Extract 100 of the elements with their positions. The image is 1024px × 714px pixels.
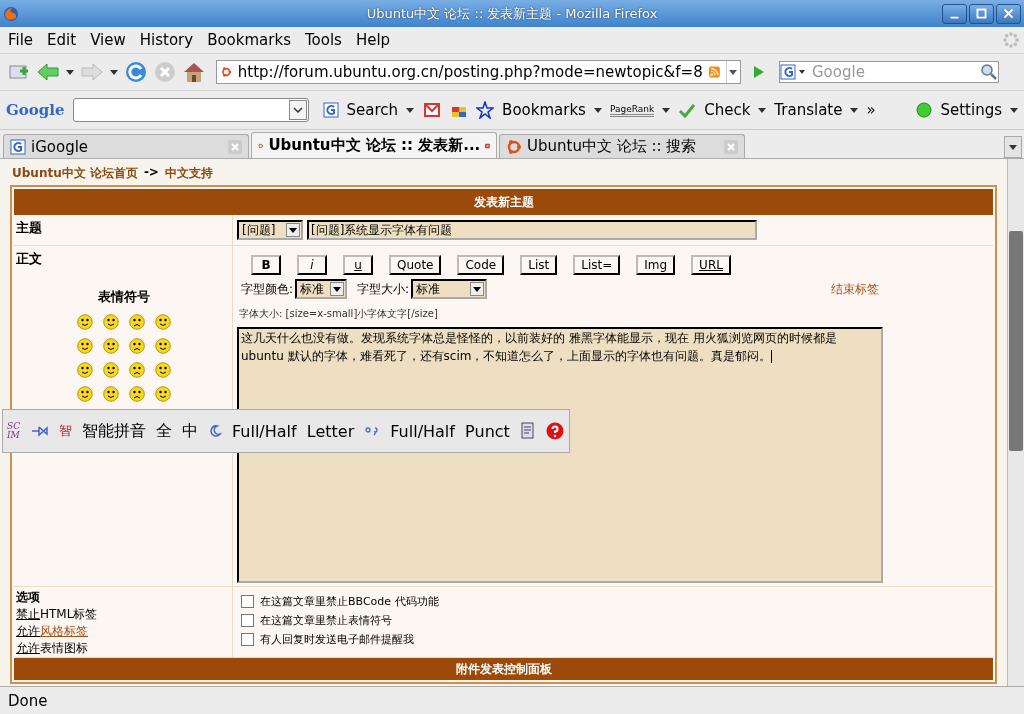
- star-icon[interactable]: [476, 101, 495, 119]
- google-search-field[interactable]: [72, 98, 309, 122]
- check-button[interactable]: Check: [704, 101, 751, 119]
- moon-icon[interactable]: [208, 424, 222, 438]
- smiley-icon[interactable]: [129, 362, 145, 378]
- address-field[interactable]: http://forum.ubuntu.org.cn/posting.php?mode=newtopic&f=8: [216, 60, 741, 84]
- maximize-button[interactable]: [969, 3, 994, 24]
- quote-marks-icon[interactable]: [364, 425, 381, 437]
- mode-icon[interactable]: 智: [59, 422, 72, 440]
- format-button[interactable]: Code: [457, 255, 505, 275]
- globe-icon: [3, 5, 19, 22]
- tab-list-button[interactable]: [1004, 136, 1022, 158]
- browser-tab[interactable]: iGoogle: [3, 134, 249, 158]
- font-color-select[interactable]: 标准: [295, 279, 348, 299]
- smiley-icon[interactable]: [155, 338, 171, 354]
- table-header: 发表新主题: [14, 189, 993, 215]
- smiley-icon[interactable]: [129, 314, 145, 330]
- menu-item[interactable]: Help: [355, 31, 391, 49]
- table-header: 附件发表控制面板: [14, 658, 993, 680]
- home-icon[interactable]: [182, 61, 206, 83]
- reload-icon[interactable]: [124, 60, 148, 84]
- google-icon[interactable]: [322, 102, 339, 118]
- format-button[interactable]: List=: [573, 255, 621, 275]
- caret-icon[interactable]: [110, 69, 118, 75]
- option-note: 允许表情图标: [16, 640, 89, 657]
- more-button[interactable]: »: [866, 101, 876, 119]
- caret-icon[interactable]: [1010, 107, 1018, 113]
- format-button[interactable]: Img: [636, 255, 676, 275]
- options-label: 选项: [16, 589, 41, 606]
- window-title: Ubuntu中文 论坛 :: 发表新主题 - Mozilla Firefox: [366, 4, 658, 23]
- search-icon[interactable]: [980, 63, 998, 81]
- minimize-button[interactable]: [942, 3, 967, 24]
- throbber-icon: [1002, 31, 1020, 49]
- smiley-icon[interactable]: [129, 386, 145, 402]
- font-size-select[interactable]: 标准: [411, 279, 488, 299]
- caret-icon[interactable]: [406, 107, 415, 113]
- smiley-icon[interactable]: [77, 314, 93, 330]
- caret-icon[interactable]: [729, 69, 738, 75]
- dropdown-button[interactable]: [288, 100, 307, 120]
- caret-icon[interactable]: [758, 107, 767, 113]
- menu-item[interactable]: Tools: [304, 31, 342, 49]
- smiley-icon[interactable]: [103, 386, 119, 402]
- smiley-icon[interactable]: [155, 362, 171, 378]
- option-checkbox[interactable]: 在这篇文章里禁止BBCode 代码功能: [241, 594, 989, 609]
- smiley-icon[interactable]: [103, 362, 119, 378]
- search-button[interactable]: Search: [346, 101, 399, 119]
- format-button[interactable]: Quote: [389, 255, 442, 275]
- format-button[interactable]: u: [343, 255, 373, 275]
- smiley-icon[interactable]: [155, 386, 171, 402]
- topic-type-select[interactable]: [问题]: [237, 220, 303, 240]
- browser-tab[interactable]: Ubuntu中文 论坛 :: 发表新...: [251, 132, 497, 158]
- subject-field[interactable]: [问题]系统显示字体有问题: [307, 220, 757, 240]
- option-checkbox[interactable]: 在这篇文章里禁止表情符号: [241, 613, 989, 628]
- smiley-icon[interactable]: [77, 338, 93, 354]
- menu-item[interactable]: History: [139, 31, 194, 49]
- menu-item[interactable]: File: [8, 31, 34, 49]
- language-button[interactable]: 中: [182, 420, 198, 442]
- menu-item[interactable]: Edit: [47, 31, 77, 49]
- google-icon[interactable]: [780, 64, 808, 80]
- menu-item[interactable]: Bookmarks: [207, 31, 291, 49]
- format-button[interactable]: URL: [691, 255, 731, 275]
- smiley-icon[interactable]: [77, 386, 93, 402]
- bookmarks-button[interactable]: Bookmarks: [502, 101, 586, 119]
- caret-icon[interactable]: [662, 107, 671, 113]
- format-button[interactable]: List: [520, 255, 558, 275]
- mail-icon[interactable]: [422, 102, 443, 118]
- format-button[interactable]: B: [251, 255, 281, 275]
- close-button[interactable]: [996, 3, 1021, 24]
- pin-icon[interactable]: [31, 425, 49, 437]
- smiley-icon[interactable]: [77, 362, 93, 378]
- caret-icon[interactable]: [850, 107, 859, 113]
- input-method-button[interactable]: 智能拼音: [82, 420, 146, 442]
- subject-label: 主题: [16, 219, 43, 237]
- caret-icon[interactable]: [66, 69, 74, 75]
- caret-icon[interactable]: [593, 107, 602, 113]
- help-icon[interactable]: [545, 422, 564, 440]
- new-tab-icon[interactable]: [8, 62, 30, 82]
- settings-button[interactable]: Settings: [940, 101, 1002, 119]
- back-icon[interactable]: [36, 62, 60, 82]
- smiley-icon[interactable]: [103, 338, 119, 354]
- breadcrumb-link[interactable]: Ubuntu中文 论坛首页: [12, 165, 138, 182]
- scrollbar[interactable]: [1007, 159, 1024, 686]
- browser-tab[interactable]: Ubuntu中文 论坛 :: 搜索: [499, 134, 745, 158]
- smiley-icon[interactable]: [129, 338, 145, 354]
- option-checkbox[interactable]: 有人回复时发送电子邮件提醒我: [241, 632, 989, 647]
- smiley-icon[interactable]: [103, 314, 119, 330]
- scim-logo[interactable]: SC IM: [7, 422, 21, 440]
- menu-item[interactable]: View: [90, 31, 126, 49]
- width-button[interactable]: 全: [156, 420, 172, 442]
- status-dot-icon[interactable]: [916, 102, 933, 118]
- check-icon[interactable]: [678, 102, 697, 118]
- breadcrumb-link[interactable]: 中文支持: [164, 165, 213, 182]
- smiley-icon[interactable]: [155, 314, 171, 330]
- translate-button[interactable]: Translate: [774, 101, 843, 119]
- close-tags-link[interactable]: 结束标签: [831, 280, 879, 298]
- format-button[interactable]: i: [297, 255, 327, 275]
- google-icon: [10, 138, 26, 155]
- document-icon[interactable]: [519, 422, 536, 440]
- font-size-label: 字型大小:: [357, 280, 410, 298]
- punct-toggle[interactable]: Full/Half Punct: [390, 421, 510, 441]
